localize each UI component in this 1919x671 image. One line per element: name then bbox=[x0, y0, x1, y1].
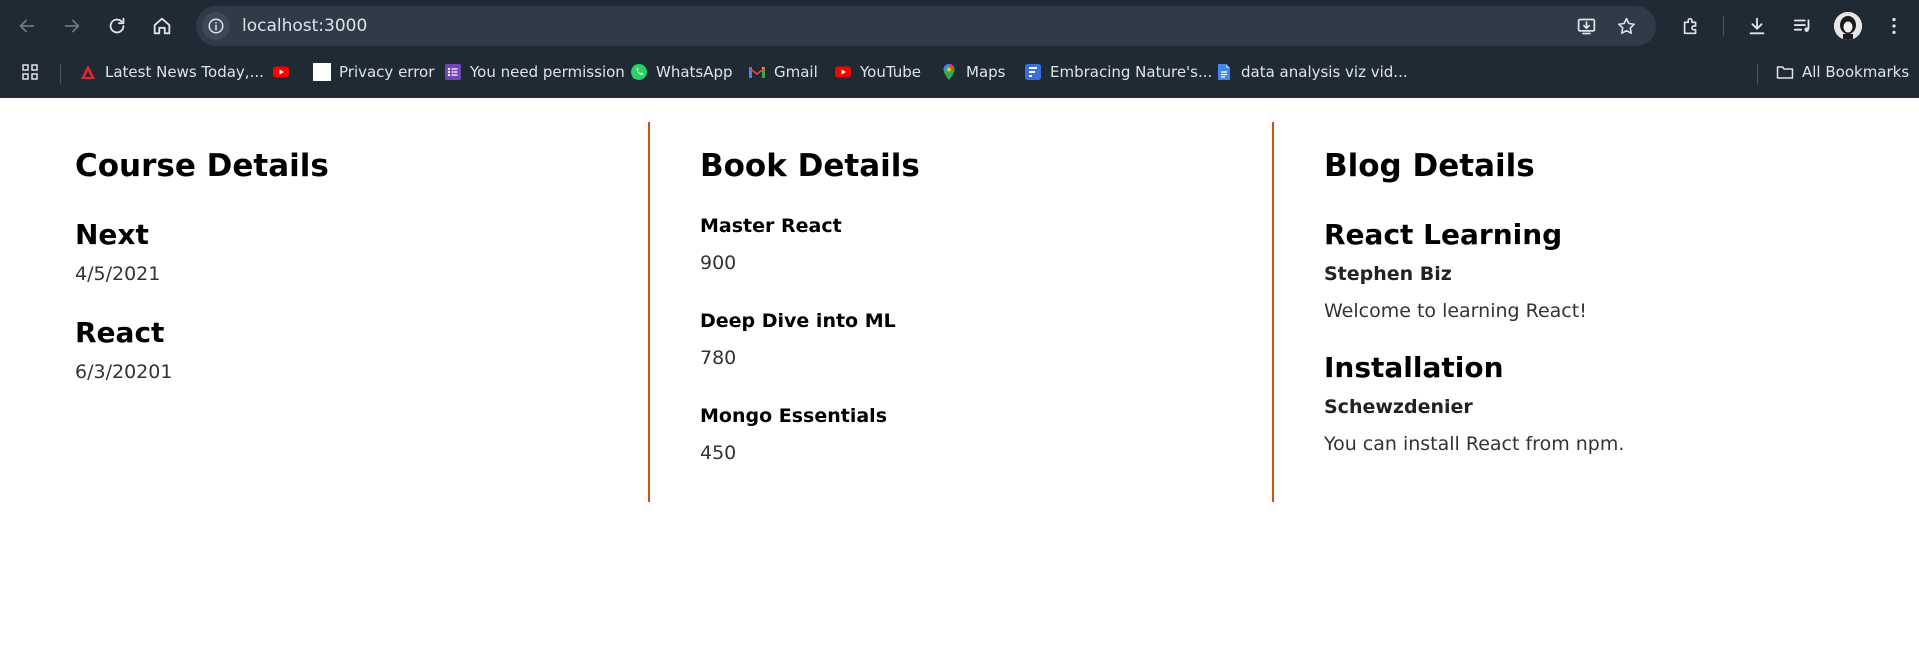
bookmark-maps[interactable]: Maps bbox=[940, 58, 1005, 86]
bookmarks-bar: Latest News Today,... Privacy error You … bbox=[0, 56, 1919, 88]
bookmark-label: data analysis viz vid... bbox=[1241, 63, 1408, 81]
back-button[interactable] bbox=[11, 10, 43, 42]
profile-avatar[interactable] bbox=[1834, 12, 1862, 40]
book-price: 450 bbox=[700, 442, 737, 464]
book-name: Mongo Essentials bbox=[700, 405, 888, 427]
docs-blue-icon bbox=[1025, 64, 1041, 80]
arrow-left-icon bbox=[19, 19, 35, 33]
install-icon bbox=[1577, 18, 1595, 34]
blog-author: Stephen Biz bbox=[1324, 263, 1452, 285]
bookmark-gmail[interactable]: Gmail bbox=[748, 58, 818, 86]
page-content: Course Details Next 4/5/2021 React 6/3/2… bbox=[0, 98, 1919, 671]
star-icon bbox=[1617, 17, 1635, 34]
home-button[interactable] bbox=[146, 10, 178, 42]
course-item: Next 4/5/2021 bbox=[75, 218, 329, 286]
blog-item: React Learning Stephen Biz Welcome to le… bbox=[1324, 218, 1624, 323]
apps-button[interactable] bbox=[21, 58, 39, 86]
blog-title: Installation bbox=[1324, 351, 1504, 384]
folder-icon bbox=[1776, 66, 1794, 79]
info-icon bbox=[208, 18, 224, 34]
course-date: 4/5/2021 bbox=[75, 263, 161, 285]
book-details-column: Book Details Master React 900 Deep Dive … bbox=[648, 122, 1272, 502]
toolbar-divider bbox=[1723, 16, 1724, 36]
course-name: Next bbox=[75, 218, 149, 251]
bookmark-label: Embracing Nature's... bbox=[1050, 63, 1213, 81]
bookmark-whatsapp[interactable]: WhatsApp bbox=[630, 58, 733, 86]
bookmark-label: YouTube bbox=[860, 63, 921, 81]
all-bookmarks-button[interactable]: All Bookmarks bbox=[1776, 58, 1909, 86]
bookmarks-divider bbox=[1757, 64, 1758, 84]
reload-icon bbox=[109, 17, 125, 34]
blog-details-column: Blog Details React Learning Stephen Biz … bbox=[1272, 122, 1896, 502]
maps-pin-icon bbox=[943, 64, 955, 80]
reload-button[interactable] bbox=[101, 10, 133, 42]
browser-toolbar: localhost:3000 bbox=[0, 0, 1919, 52]
course-item: React 6/3/20201 bbox=[75, 316, 329, 384]
puzzle-icon bbox=[1683, 17, 1697, 35]
blog-content: You can install React from npm. bbox=[1324, 433, 1625, 455]
book-item: Deep Dive into ML 780 bbox=[700, 309, 920, 370]
kebab-menu-icon bbox=[1892, 17, 1896, 35]
blog-title: React Learning bbox=[1324, 218, 1563, 251]
course-details-column: Course Details Next 4/5/2021 React 6/3/2… bbox=[0, 122, 648, 502]
bookmark-embracing-nature[interactable]: Embracing Nature's... bbox=[1024, 58, 1212, 86]
bookmark-privacy-error[interactable]: Privacy error bbox=[313, 58, 434, 86]
book-name: Deep Dive into ML bbox=[700, 310, 896, 332]
forward-button[interactable] bbox=[56, 10, 88, 42]
download-icon bbox=[1749, 17, 1765, 35]
bookmark-label: Maps bbox=[966, 63, 1006, 81]
bookmark-data-analysis[interactable]: data analysis viz vid... bbox=[1215, 58, 1408, 86]
blog-author: Schewzdenier bbox=[1324, 396, 1473, 418]
course-date: 6/3/20201 bbox=[75, 361, 173, 383]
address-bar[interactable]: localhost:3000 bbox=[196, 6, 1656, 46]
book-item: Master React 900 bbox=[700, 214, 920, 275]
bookmark-you-need-permission[interactable]: You need permission bbox=[444, 58, 625, 86]
whatsapp-icon bbox=[631, 64, 647, 80]
blog-content: Welcome to learning React! bbox=[1324, 300, 1587, 322]
news-logo-icon bbox=[81, 65, 95, 79]
browser-menu-button[interactable] bbox=[1880, 12, 1908, 40]
bookmarks-divider bbox=[60, 64, 61, 84]
book-name: Master React bbox=[700, 215, 842, 237]
blank-page-icon bbox=[313, 63, 331, 81]
course-name: React bbox=[75, 316, 165, 349]
forms-icon bbox=[445, 64, 461, 80]
all-bookmarks-label: All Bookmarks bbox=[1802, 63, 1910, 81]
media-control-button[interactable] bbox=[1789, 12, 1817, 40]
youtube-icon bbox=[835, 66, 851, 78]
bookmark-latest-news[interactable]: Latest News Today,... bbox=[79, 58, 264, 86]
bookmark-label: Latest News Today,... bbox=[105, 63, 264, 81]
blog-item: Installation Schewzdenier You can instal… bbox=[1324, 351, 1624, 456]
bookmark-label: You need permission bbox=[470, 63, 625, 81]
bookmark-youtube-short[interactable] bbox=[272, 58, 290, 86]
downloads-button[interactable] bbox=[1743, 12, 1771, 40]
bookmark-label: Gmail bbox=[774, 63, 818, 81]
playlist-music-icon bbox=[1793, 19, 1810, 32]
bookmark-label: WhatsApp bbox=[656, 63, 733, 81]
book-price: 900 bbox=[700, 252, 737, 274]
book-item: Mongo Essentials 450 bbox=[700, 404, 920, 465]
gmail-icon bbox=[749, 67, 765, 78]
extensions-button[interactable] bbox=[1677, 12, 1705, 40]
bookmark-star-button[interactable] bbox=[1614, 14, 1638, 38]
home-icon bbox=[153, 17, 171, 35]
arrow-right-icon bbox=[64, 19, 80, 33]
browser-chrome: localhost:3000 Latest News Today,... Pri… bbox=[0, 0, 1919, 98]
book-details-heading: Book Details bbox=[700, 148, 920, 184]
youtube-icon bbox=[273, 66, 289, 78]
apps-grid-icon bbox=[22, 64, 38, 80]
docs-icon bbox=[1218, 64, 1230, 80]
book-price: 780 bbox=[700, 347, 737, 369]
course-details-heading: Course Details bbox=[75, 148, 329, 184]
blog-details-heading: Blog Details bbox=[1324, 148, 1535, 184]
url-text[interactable]: localhost:3000 bbox=[242, 6, 367, 46]
bookmark-label: Privacy error bbox=[339, 63, 435, 81]
site-info-button[interactable] bbox=[202, 12, 230, 40]
install-app-button[interactable] bbox=[1574, 14, 1598, 38]
bookmark-youtube[interactable]: YouTube bbox=[834, 58, 921, 86]
avatar-icon bbox=[1834, 12, 1862, 40]
